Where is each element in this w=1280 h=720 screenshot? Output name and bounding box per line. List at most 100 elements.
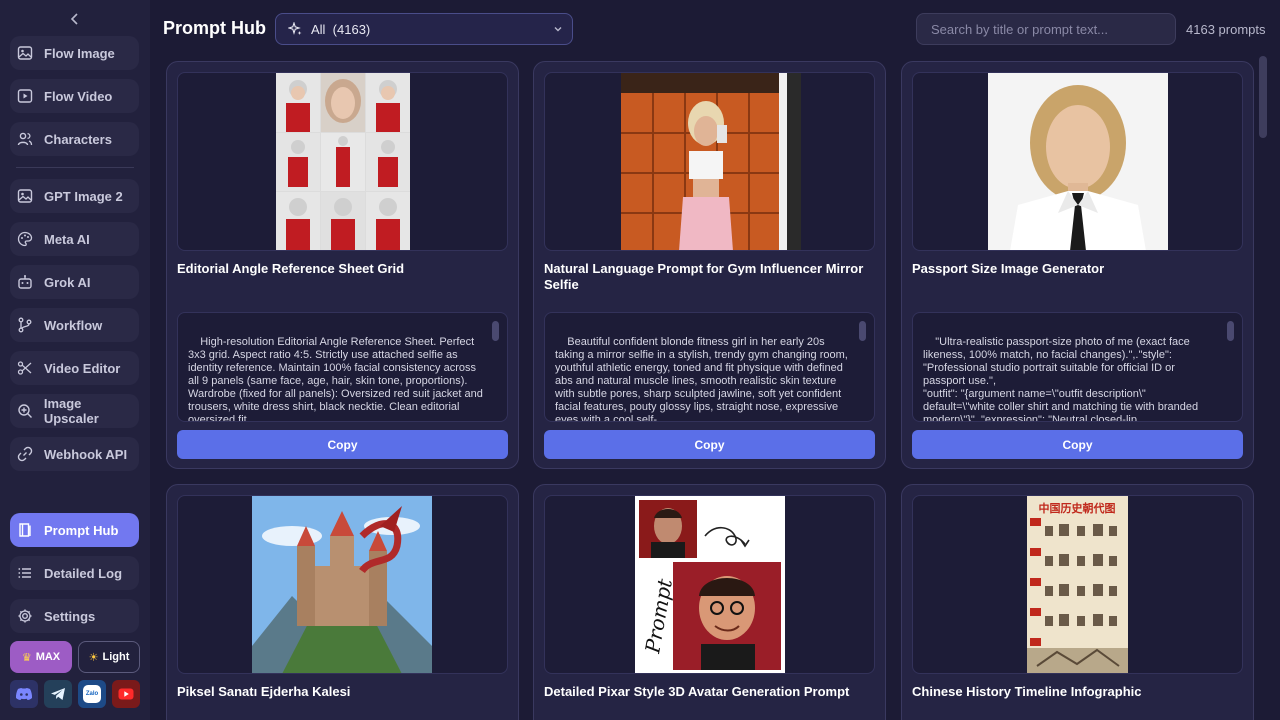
- sidebar-item-label: Prompt Hub: [44, 522, 119, 538]
- sidebar-item-label: Meta AI: [44, 231, 90, 247]
- play-icon: [16, 87, 34, 105]
- prompt-card[interactable]: Piksel Sanatı Ejderha Kalesi: [166, 484, 519, 720]
- sidebar-item-label: Workflow: [44, 317, 103, 333]
- prompt-text[interactable]: High-resolution Editorial Angle Referenc…: [177, 312, 508, 422]
- china-history-image: 中国历史朝代图: [1027, 496, 1128, 673]
- sidebar-item-label: Detailed Log: [44, 565, 123, 581]
- prompt-thumbnail[interactable]: [177, 72, 508, 251]
- users-icon: [16, 130, 34, 148]
- zalo-button[interactable]: Zalo: [78, 680, 106, 708]
- collapse-sidebar-button[interactable]: [66, 10, 84, 28]
- dragon-castle-image: [252, 496, 432, 673]
- prompt-thumbnail[interactable]: [177, 495, 508, 674]
- sparkles-icon: [288, 22, 302, 36]
- palette-icon: [16, 230, 34, 248]
- infographic-heading: 中国历史朝代图: [1039, 501, 1116, 515]
- prompt-scrollbar[interactable]: [1227, 321, 1234, 341]
- sidebar-item-label: Grok AI: [44, 274, 91, 290]
- image-icon: [16, 187, 34, 205]
- bot-icon: [16, 273, 34, 291]
- sidebar-item-label: Image Upscaler: [43, 396, 99, 426]
- gear-icon: [16, 607, 34, 625]
- crown-icon: ♛: [21, 651, 32, 664]
- sidebar-item-flow-image[interactable]: Flow Image: [10, 36, 139, 70]
- sidebar: Flow Image Flow Video Characters GPT Ima…: [0, 0, 150, 720]
- scissors-icon: [16, 359, 34, 377]
- sidebar-item-label: Webhook API: [44, 446, 128, 462]
- sidebar-item-settings[interactable]: Settings: [10, 599, 139, 633]
- prompt-scrollbar[interactable]: [859, 321, 866, 341]
- prompt-card[interactable]: 中国历史朝代图 Chinese History Timeline Infogra…: [901, 484, 1254, 720]
- theme-toggle-button[interactable]: ☀ Light: [78, 641, 140, 673]
- sidebar-item-label: Video Editor: [44, 360, 121, 376]
- prompt-card[interactable]: Natural Language Prompt for Gym Influenc…: [533, 61, 886, 469]
- category-filter-select[interactable]: All (4163): [275, 13, 573, 45]
- prompt-card[interactable]: Editorial Angle Reference Sheet Grid Hig…: [166, 61, 519, 469]
- page-scrollbar[interactable]: [1258, 56, 1268, 716]
- reference-sheet-image: [276, 73, 410, 250]
- sidebar-item-webhook-api[interactable]: Webhook API: [10, 437, 139, 471]
- prompt-card[interactable]: Prompt Detailed Pixar Style 3D Avatar Ge…: [533, 484, 886, 720]
- prompt-text[interactable]: Beautiful confident blonde fitness girl …: [544, 312, 875, 422]
- gym-selfie-image: [621, 73, 801, 250]
- prompt-title: Passport Size Image Generator: [912, 261, 1105, 276]
- copy-button[interactable]: Copy: [177, 430, 508, 459]
- sidebar-item-label: Flow Image: [44, 45, 115, 61]
- prompt-thumbnail[interactable]: 中国历史朝代图: [912, 495, 1243, 674]
- prompt-title: Piksel Sanatı Ejderha Kalesi: [177, 684, 351, 699]
- prompt-thumbnail[interactable]: Prompt: [544, 495, 875, 674]
- filter-value: All (4163): [311, 21, 371, 37]
- sidebar-item-image-upscaler[interactable]: Image Upscaler: [10, 394, 139, 428]
- sidebar-item-gpt-image-2[interactable]: GPT Image 2: [10, 179, 139, 213]
- discord-button[interactable]: [10, 680, 38, 708]
- sidebar-item-video-editor[interactable]: Video Editor: [10, 351, 139, 385]
- theme-label: Light: [102, 651, 130, 663]
- copy-button[interactable]: Copy: [912, 430, 1243, 459]
- chevron-down-icon: [552, 23, 564, 38]
- zalo-icon: Zalo: [83, 685, 101, 703]
- list-icon: [16, 564, 34, 582]
- prompt-thumbnail[interactable]: [544, 72, 875, 251]
- prompt-body: "Ultra-realistic passport-size photo of …: [923, 336, 1199, 422]
- sidebar-item-label: Settings: [44, 608, 96, 624]
- sidebar-item-prompt-hub[interactable]: Prompt Hub: [10, 513, 139, 547]
- prompt-title: Editorial Angle Reference Sheet Grid: [177, 261, 405, 276]
- search-input[interactable]: [916, 13, 1176, 45]
- pixar-avatar-image: Prompt: [635, 496, 785, 673]
- chevron-left-icon: [70, 13, 78, 25]
- telegram-button[interactable]: [44, 680, 72, 708]
- image-icon: [16, 44, 34, 62]
- sidebar-item-workflow[interactable]: Workflow: [10, 308, 139, 342]
- book-icon: [16, 521, 34, 539]
- sidebar-item-label: Flow Video: [44, 88, 113, 104]
- youtube-button[interactable]: [112, 680, 140, 708]
- prompt-text[interactable]: "Ultra-realistic passport-size photo of …: [912, 312, 1243, 422]
- sidebar-item-characters[interactable]: Characters: [10, 122, 139, 156]
- youtube-icon: [118, 688, 134, 700]
- telegram-icon: [51, 688, 65, 700]
- prompt-title: Chinese History Timeline Infographic: [912, 684, 1142, 699]
- zoom-in-icon: [16, 402, 34, 420]
- scrollbar-thumb[interactable]: [1259, 56, 1267, 138]
- prompt-card[interactable]: Passport Size Image Generator "Ultra-rea…: [901, 61, 1254, 469]
- sidebar-item-detailed-log[interactable]: Detailed Log: [10, 556, 139, 590]
- prompt-title: Detailed Pixar Style 3D Avatar Generatio…: [544, 684, 850, 699]
- prompt-body: Beautiful confident blonde fitness girl …: [555, 336, 851, 422]
- prompt-thumbnail[interactable]: [912, 72, 1243, 251]
- sidebar-item-label: Characters: [44, 131, 112, 147]
- max-label: MAX: [35, 651, 61, 663]
- workflow-icon: [16, 316, 34, 334]
- sidebar-item-label: GPT Image 2: [44, 188, 123, 204]
- sidebar-item-meta-ai[interactable]: Meta AI: [10, 222, 139, 256]
- sidebar-item-grok-ai[interactable]: Grok AI: [10, 265, 139, 299]
- prompt-body: High-resolution Editorial Angle Referenc…: [188, 336, 486, 422]
- sidebar-divider: [16, 167, 134, 168]
- sidebar-item-flow-video[interactable]: Flow Video: [10, 79, 139, 113]
- link-icon: [16, 445, 34, 463]
- max-plan-badge[interactable]: ♛ MAX: [10, 641, 72, 673]
- page-title: Prompt Hub: [163, 18, 266, 38]
- copy-button[interactable]: Copy: [544, 430, 875, 459]
- prompt-scrollbar[interactable]: [492, 321, 499, 341]
- sun-icon: ☀: [88, 651, 99, 664]
- prompt-title: Natural Language Prompt for Gym Influenc…: [544, 261, 864, 292]
